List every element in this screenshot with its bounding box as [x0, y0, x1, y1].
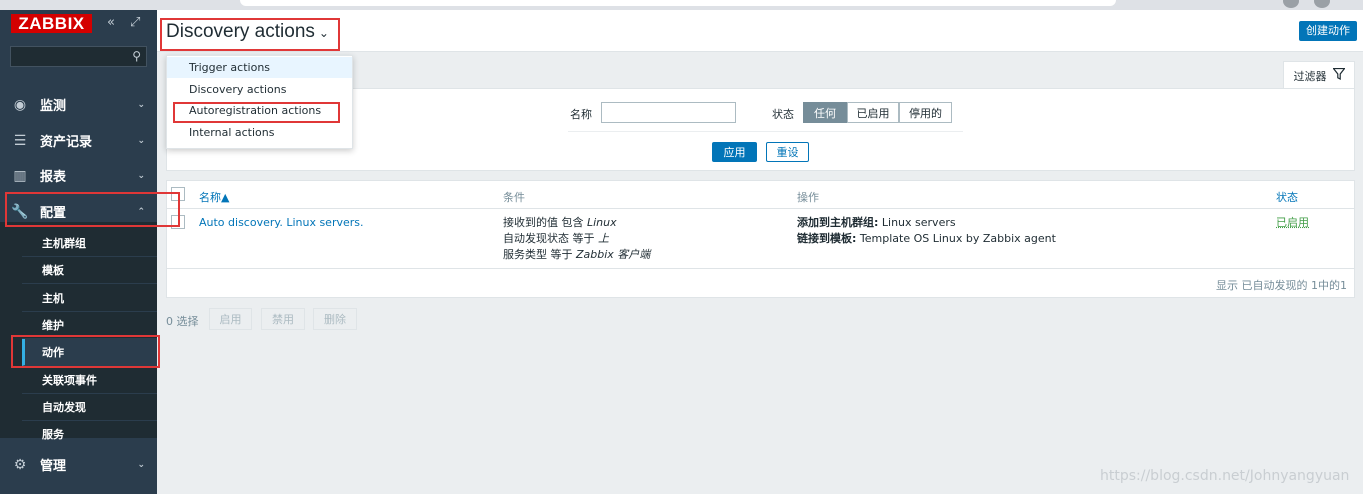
submenu-gutter — [0, 222, 22, 438]
search-icon[interactable]: ⚲ — [132, 49, 141, 63]
annotation-box-autoregistration — [173, 102, 340, 123]
dropdown-item-internal-actions[interactable]: Internal actions — [167, 122, 352, 143]
submenu-templates[interactable]: 模板 — [22, 257, 157, 284]
status-enabled-radio[interactable]: 已启用 — [847, 102, 899, 123]
double-chevron-left-icon[interactable]: « — [107, 15, 115, 30]
condition-line: 服务类型 等于 Zabbix 客户端 — [503, 248, 651, 261]
column-header-name[interactable]: 名称▲ — [199, 189, 229, 205]
kiosk-icon[interactable]: ⤢ — [130, 15, 140, 30]
chevron-down-icon: ⌄ — [137, 135, 145, 146]
action-name-link[interactable]: Auto discovery. Linux servers. — [199, 215, 364, 231]
operation-line: 链接到模板: Template OS Linux by Zabbix agent — [797, 232, 1056, 245]
condition-line: 接收到的值 包含 Linux — [503, 216, 617, 229]
status-toggle-link[interactable]: 已启用 — [1276, 215, 1309, 231]
filter-funnel-icon — [1331, 67, 1346, 83]
table-row-divider — [166, 268, 1355, 269]
selected-count: 0 选择 — [166, 315, 199, 328]
nav-label: 报表 — [40, 170, 67, 185]
submenu-event-correlation[interactable]: 关联项事件 — [22, 367, 157, 394]
nav-administration[interactable]: ⚙ 管理 ⌄ — [0, 447, 157, 482]
condition-line: 自动发现状态 等于 上 — [503, 232, 609, 245]
annotation-box-actions — [11, 335, 160, 368]
table-footer-count: 显示 已自动发现的 1中的1 — [1216, 279, 1347, 292]
operations-cell: 添加到主机群组: Linux servers 链接到模板: Template O… — [797, 215, 1056, 247]
filter-name-label: 名称 — [570, 108, 592, 121]
gear-icon: ⚙ — [13, 456, 27, 473]
chevron-down-icon: ⌄ — [137, 459, 145, 470]
status-any-radio[interactable]: 任何 — [803, 102, 847, 123]
status-disabled-radio[interactable]: 停用的 — [899, 102, 952, 123]
sidebar-search-input[interactable]: ⚲ — [10, 46, 147, 67]
column-header-status[interactable]: 状态 — [1276, 189, 1298, 205]
eye-icon: ◉ — [13, 96, 27, 113]
operation-line: 添加到主机群组: Linux servers — [797, 216, 956, 229]
bar-chart-icon: ▥ — [13, 167, 27, 184]
filter-tab[interactable]: 过滤器 — [1283, 61, 1355, 89]
watermark: https://blog.csdn.net/Johnyangyuan — [1100, 468, 1350, 484]
filter-divider — [568, 131, 963, 132]
table-header-divider — [166, 208, 1355, 209]
mass-enable-button[interactable]: 启用 — [209, 308, 252, 330]
nav-label: 监测 — [40, 99, 67, 114]
conditions-cell: 接收到的值 包含 Linux 自动发现状态 等于 上 服务类型 等于 Zabbi… — [503, 215, 650, 263]
browser-address-bar[interactable] — [240, 0, 1116, 6]
nav-label: 资产记录 — [40, 135, 93, 150]
filter-tab-label: 过滤器 — [1293, 69, 1327, 83]
nav-inventory[interactable]: ☰ 资产记录 ⌄ — [0, 123, 157, 158]
nav-monitoring[interactable]: ◉ 监测 ⌄ — [0, 87, 157, 122]
actions-table — [166, 180, 1355, 298]
annotation-box-title — [160, 18, 340, 51]
nav-reports[interactable]: ▥ 报表 ⌄ — [0, 158, 157, 193]
create-action-button[interactable]: 创建动作 — [1299, 21, 1357, 41]
reset-button[interactable]: 重设 — [766, 142, 809, 162]
mass-disable-button[interactable]: 禁用 — [261, 308, 305, 330]
chevron-down-icon: ⌄ — [137, 99, 145, 110]
dropdown-item-discovery-actions[interactable]: Discovery actions — [167, 79, 352, 100]
submenu-host-groups[interactable]: 主机群组 — [22, 230, 157, 257]
column-header-conditions: 条件 — [503, 191, 525, 204]
dropdown-item-trigger-actions[interactable]: Trigger actions — [167, 57, 352, 78]
filter-status-label: 状态 — [772, 108, 794, 121]
annotation-box-configuration — [5, 192, 180, 227]
apply-button[interactable]: 应用 — [712, 142, 757, 162]
chevron-down-icon: ⌄ — [137, 170, 145, 181]
submenu-discovery[interactable]: 自动发现 — [22, 394, 157, 421]
list-icon: ☰ — [13, 132, 27, 149]
column-header-operations: 操作 — [797, 191, 819, 204]
mass-delete-button[interactable]: 删除 — [313, 308, 357, 330]
nav-label: 管理 — [40, 459, 67, 474]
submenu-services[interactable]: 服务 — [22, 421, 157, 448]
filter-name-input[interactable] — [601, 102, 736, 123]
zabbix-logo[interactable]: ZABBIX — [11, 14, 92, 33]
submenu-hosts[interactable]: 主机 — [22, 285, 157, 312]
